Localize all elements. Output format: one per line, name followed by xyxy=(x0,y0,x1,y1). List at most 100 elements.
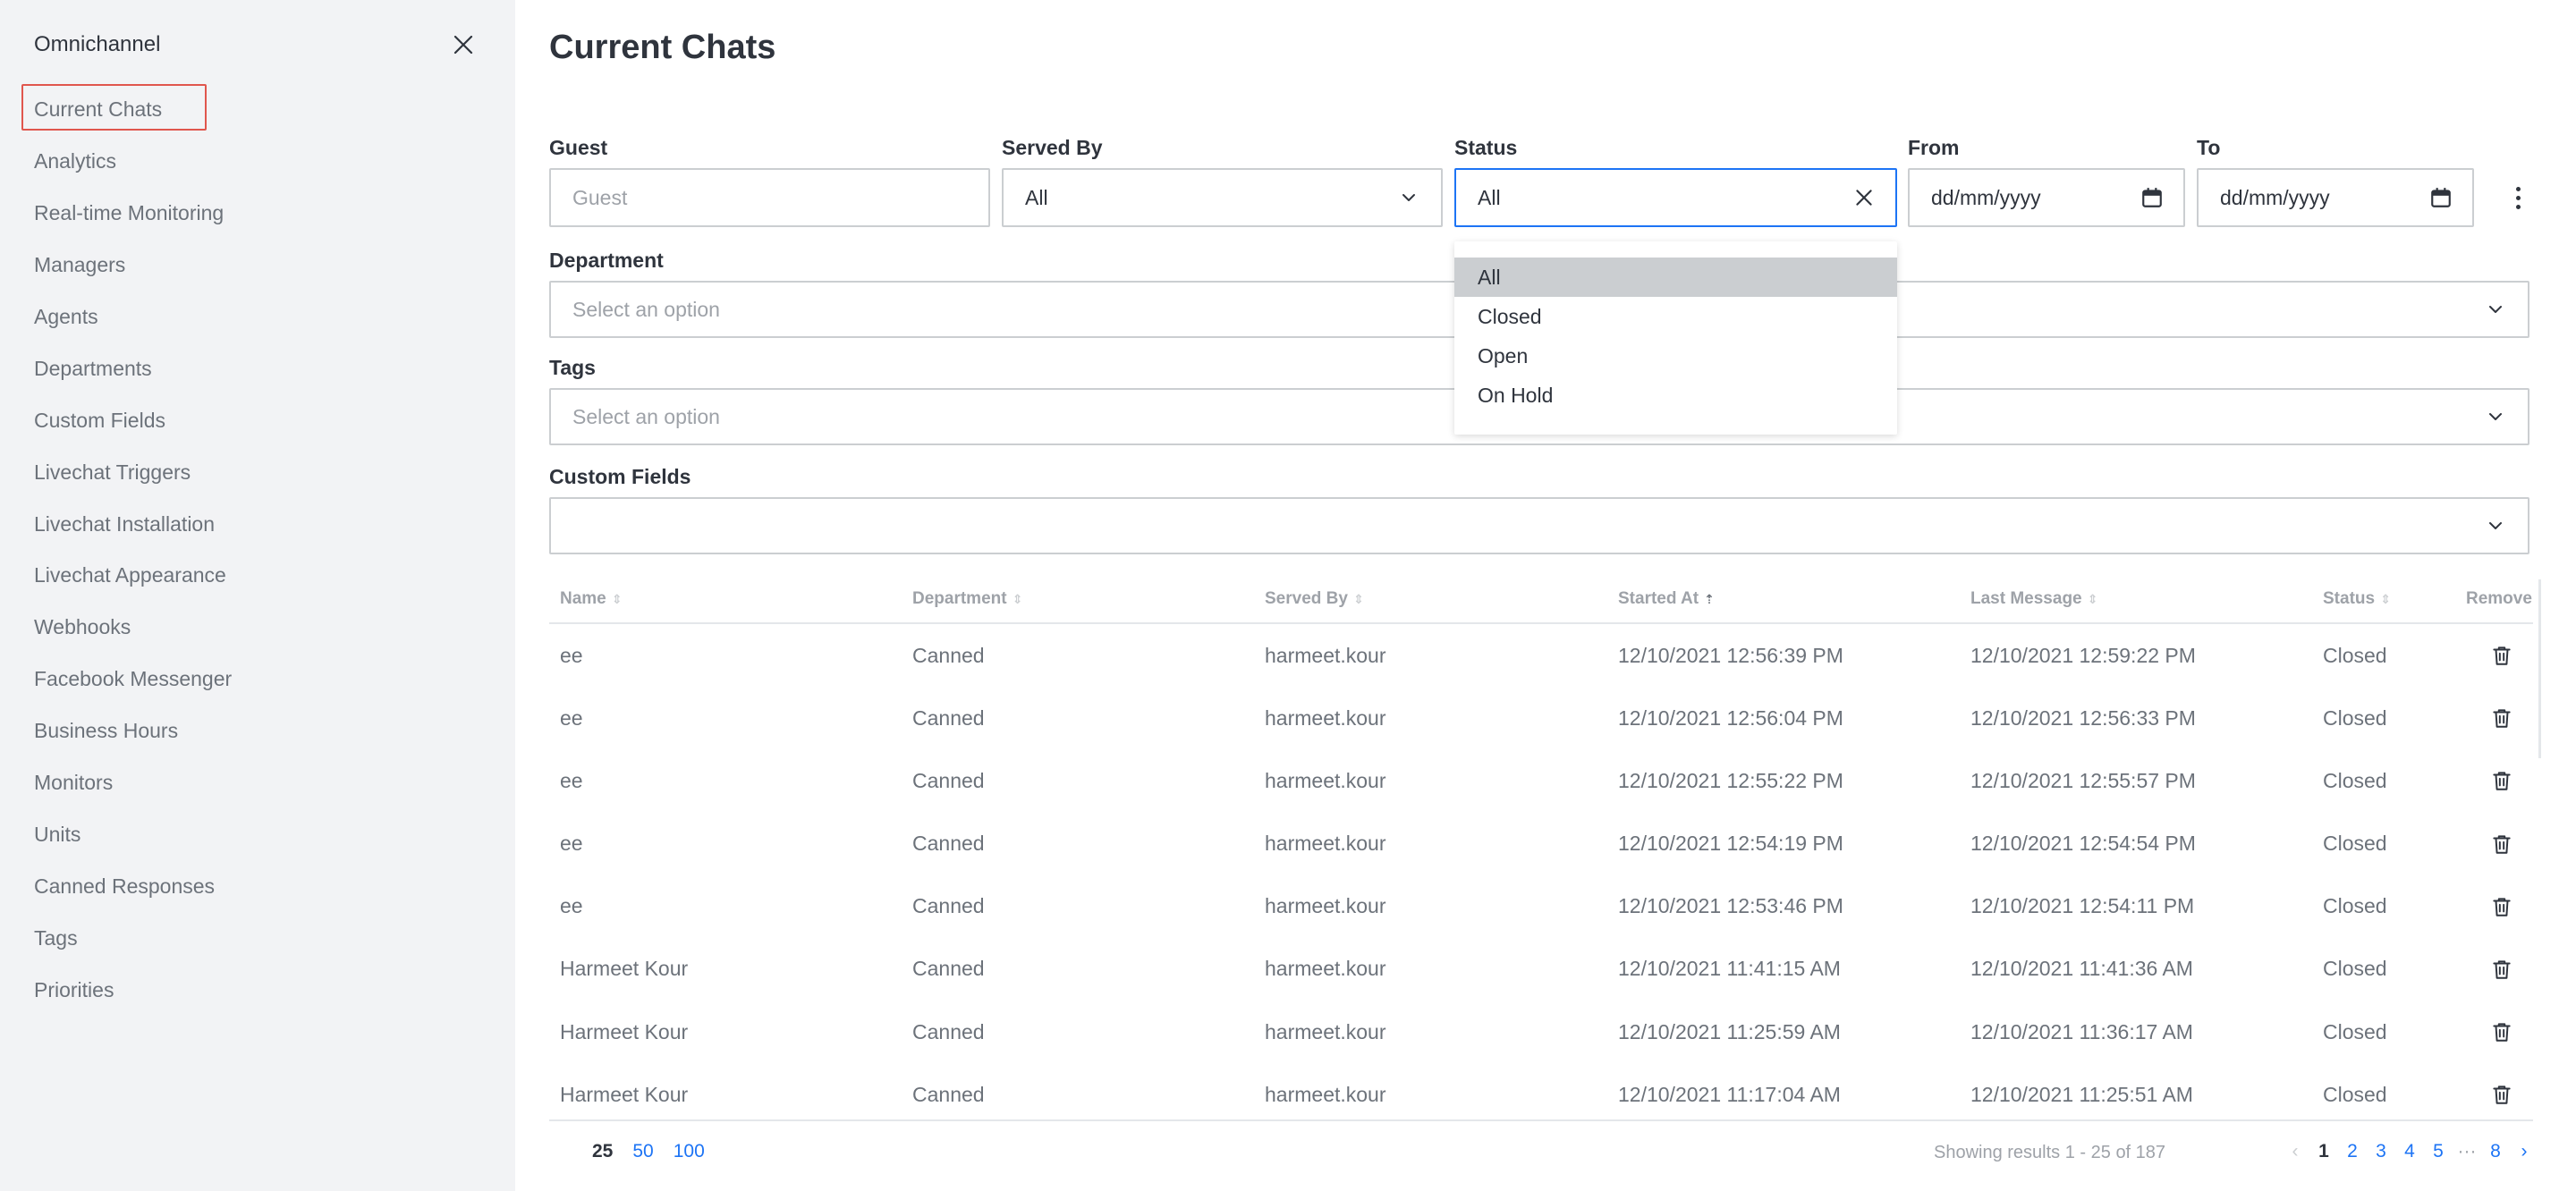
trash-icon[interactable] xyxy=(2490,706,2513,730)
cell-name: Harmeet Kour xyxy=(560,1019,689,1043)
sidebar-item-business-hours[interactable]: Business Hours xyxy=(0,705,515,757)
sort-icon: ⇕ xyxy=(1012,591,1023,606)
sort-icon: ⇕ xyxy=(1352,591,1364,606)
page-2[interactable]: 2 xyxy=(2338,1141,2367,1162)
column-header-name[interactable]: Name ⇕ xyxy=(560,576,622,622)
page-3[interactable]: 3 xyxy=(2367,1141,2395,1162)
table-footer: 25 50 100 Showing results 1 - 25 of 187 … xyxy=(549,1119,2533,1191)
custom-fields-select[interactable] xyxy=(549,497,2529,554)
results-count: Showing results 1 - 25 of 187 xyxy=(1934,1143,2166,1162)
sidebar-item-label: Priorities xyxy=(34,977,114,1001)
sidebar-item-units[interactable]: Units xyxy=(0,808,515,860)
table-row[interactable]: Harmeet Kour Canned harmeet.kour 12/10/2021… xyxy=(549,1063,2533,1126)
from-date-input[interactable]: dd/mm/yyyy xyxy=(1908,168,2185,227)
table-row[interactable]: Harmeet Kour Canned harmeet.kour 12/10/2021… xyxy=(549,1001,2533,1063)
cell-served-by: harmeet.kour xyxy=(1265,1019,1386,1043)
sidebar-item-departments[interactable]: Departments xyxy=(0,342,515,394)
sidebar: Omnichannel Current Chats Analytics Real… xyxy=(0,0,515,1191)
chats-table: Name ⇕ Department ⇕ Served By ⇕ Started At ⇡… xyxy=(549,576,2533,1127)
column-header-served-by[interactable]: Served By ⇕ xyxy=(1265,576,1364,622)
sidebar-item-canned-responses[interactable]: Canned Responses xyxy=(0,860,515,912)
clear-icon[interactable] xyxy=(1852,186,1876,209)
status-option-on-hold[interactable]: On Hold xyxy=(1454,376,1897,415)
cell-served-by: harmeet.kour xyxy=(1265,832,1386,856)
cell-department: Canned xyxy=(912,894,985,918)
page-1[interactable]: 1 xyxy=(2309,1141,2338,1162)
to-date-input[interactable]: dd/mm/yyyy xyxy=(2197,168,2474,227)
trash-icon[interactable] xyxy=(2490,1020,2513,1043)
sidebar-item-webhooks[interactable]: Webhooks xyxy=(0,602,515,654)
sidebar-item-priorities[interactable]: Priorities xyxy=(0,964,515,1016)
sidebar-item-livechat-triggers[interactable]: Livechat Triggers xyxy=(0,446,515,498)
trash-icon[interactable] xyxy=(2490,644,2513,667)
items-per-page: 25 50 100 xyxy=(592,1141,705,1162)
table-row[interactable]: ee Canned harmeet.kour 12/10/2021 12:56:04 … xyxy=(549,687,2533,749)
table-row[interactable]: ee Canned harmeet.kour 12/10/2021 12:56:39 … xyxy=(549,624,2533,687)
chevron-down-icon xyxy=(2489,522,2502,529)
status-option-closed[interactable]: Closed xyxy=(1454,297,1897,336)
previous-page-icon[interactable]: ‹ xyxy=(2281,1141,2309,1162)
sidebar-item-agents[interactable]: Agents xyxy=(0,291,515,343)
sidebar-title: Omnichannel xyxy=(34,32,161,56)
column-header-department[interactable]: Department ⇕ xyxy=(912,576,1022,622)
cell-department: Canned xyxy=(912,957,985,981)
table-scrollbar[interactable] xyxy=(2538,579,2541,758)
sidebar-item-label: Agents xyxy=(34,305,98,328)
next-page-icon[interactable]: › xyxy=(2510,1141,2538,1162)
sidebar-item-current-chats[interactable]: Current Chats xyxy=(0,84,515,136)
sort-icon: ⇕ xyxy=(2087,591,2098,606)
cell-served-by: harmeet.kour xyxy=(1265,1082,1386,1106)
sidebar-item-real-time-monitoring[interactable]: Real-time Monitoring xyxy=(0,188,515,240)
guest-input[interactable]: Guest xyxy=(549,168,990,227)
more-options-icon[interactable] xyxy=(2504,184,2531,211)
trash-icon[interactable] xyxy=(2490,895,2513,918)
close-icon[interactable] xyxy=(447,29,479,61)
status-label: Status xyxy=(1454,136,1518,159)
sidebar-item-livechat-appearance[interactable]: Livechat Appearance xyxy=(0,550,515,602)
page-8[interactable]: 8 xyxy=(2481,1141,2510,1162)
cell-status: Closed xyxy=(2323,1082,2387,1106)
table-row[interactable]: ee Canned harmeet.kour 12/10/2021 12:55:22 … xyxy=(549,749,2533,812)
per-page-100[interactable]: 100 xyxy=(674,1141,705,1162)
table-row[interactable]: ee Canned harmeet.kour 12/10/2021 12:54:19 … xyxy=(549,813,2533,875)
table-row[interactable]: Harmeet Kour Canned harmeet.kour 12/10/2021… xyxy=(549,938,2533,1001)
remove-cell xyxy=(2490,875,2513,938)
page-4[interactable]: 4 xyxy=(2395,1141,2424,1162)
column-header-status[interactable]: Status ⇕ xyxy=(2323,576,2391,622)
table-row[interactable]: ee Canned harmeet.kour 12/10/2021 12:53:46 … xyxy=(549,875,2533,938)
remove-cell xyxy=(2490,687,2513,749)
per-page-50[interactable]: 50 xyxy=(632,1141,653,1162)
tags-label: Tags xyxy=(549,356,596,379)
sidebar-item-label: Real-time Monitoring xyxy=(34,201,225,225)
calendar-icon[interactable] xyxy=(2429,186,2453,209)
column-header-last-message[interactable]: Last Message ⇕ xyxy=(1970,576,2097,622)
calendar-icon[interactable] xyxy=(2140,186,2164,209)
tags-placeholder: Select an option xyxy=(572,404,720,428)
sidebar-item-tags[interactable]: Tags xyxy=(0,912,515,964)
cell-name: Harmeet Kour xyxy=(560,1082,689,1106)
cell-status: Closed xyxy=(2323,894,2387,918)
trash-icon[interactable] xyxy=(2490,958,2513,981)
trash-icon[interactable] xyxy=(2490,1083,2513,1106)
sidebar-item-custom-fields[interactable]: Custom Fields xyxy=(0,394,515,446)
sidebar-item-analytics[interactable]: Analytics xyxy=(0,136,515,188)
department-placeholder: Select an option xyxy=(572,297,720,321)
cell-name: ee xyxy=(560,768,583,792)
sidebar-item-facebook-messenger[interactable]: Facebook Messenger xyxy=(0,654,515,705)
per-page-25[interactable]: 25 xyxy=(592,1141,613,1162)
page-5[interactable]: 5 xyxy=(2424,1141,2453,1162)
trash-icon[interactable] xyxy=(2490,769,2513,792)
cell-last-message: 12/10/2021 12:59:22 PM xyxy=(1970,643,2196,667)
table-header: Name ⇕ Department ⇕ Served By ⇕ Started At ⇡… xyxy=(549,576,2533,624)
cell-last-message: 12/10/2021 12:54:11 PM xyxy=(1970,894,2195,918)
status-select[interactable]: All xyxy=(1454,168,1897,227)
sidebar-item-monitors[interactable]: Monitors xyxy=(0,757,515,809)
status-option-open[interactable]: Open xyxy=(1454,336,1897,376)
served-by-select[interactable]: All xyxy=(1002,168,1443,227)
trash-icon[interactable] xyxy=(2490,832,2513,856)
sidebar-item-livechat-installation[interactable]: Livechat Installation xyxy=(0,498,515,550)
status-option-all[interactable]: All xyxy=(1454,258,1897,297)
sort-icon: ⇕ xyxy=(2380,591,2391,606)
column-header-started-at[interactable]: Started At ⇡ xyxy=(1618,576,1715,622)
sidebar-item-managers[interactable]: Managers xyxy=(0,240,515,291)
